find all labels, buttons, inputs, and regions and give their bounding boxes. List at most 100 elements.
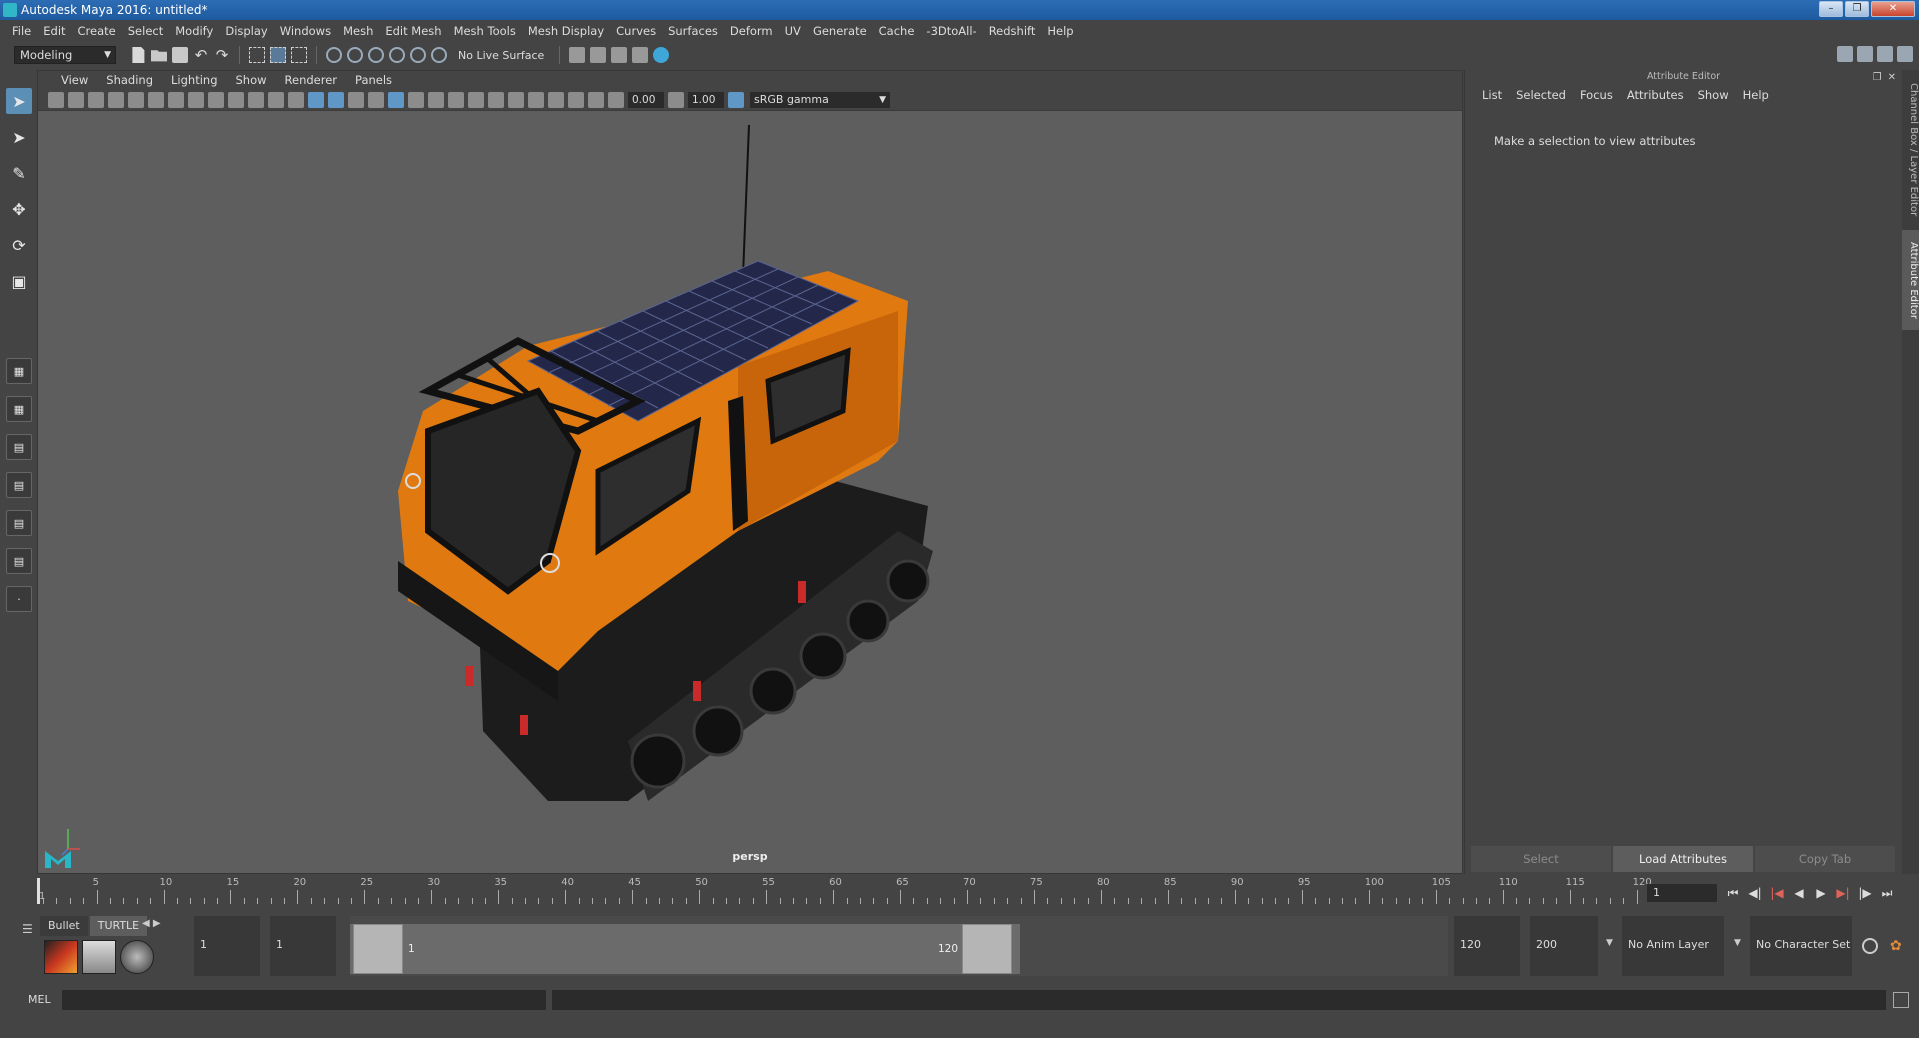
time-slider-track[interactable]: 5 10 15 20 25 30 35 40 45 50 55 60 65 70 75 80 85 90 95 100… <box>37 876 1652 906</box>
view-transform-dropdown[interactable]: sRGB gamma ▼ <box>750 91 890 108</box>
start-time-field[interactable]: 1 <box>194 916 260 976</box>
bake-icon[interactable] <box>44 940 78 974</box>
viewport-menu-view[interactable]: View <box>52 73 97 87</box>
attr-menu-selected[interactable]: Selected <box>1509 88 1573 102</box>
minimize-button[interactable]: – <box>1819 1 1843 17</box>
menu-file[interactable]: File <box>6 24 37 38</box>
gamma-icon[interactable] <box>668 91 684 108</box>
go-to-start-icon[interactable]: ⏮ <box>1725 884 1741 902</box>
step-forward-key-icon[interactable]: |▶ <box>1857 884 1873 902</box>
viewport-menu-lighting[interactable]: Lighting <box>162 73 226 87</box>
undo-icon[interactable]: ↶ <box>193 47 209 63</box>
isolate-select-icon[interactable] <box>528 91 544 108</box>
animation-prefs-icon[interactable]: ✿ <box>1890 938 1906 954</box>
menu-create[interactable]: Create <box>72 24 122 38</box>
channel-box-toggle-icon[interactable] <box>1897 46 1913 62</box>
menu-cache[interactable]: Cache <box>873 24 921 38</box>
tab-channel-box[interactable]: Channel Box / Layer Editor <box>1902 80 1919 220</box>
playback-end-field[interactable]: 120 <box>1454 916 1520 976</box>
rotate-tool-icon[interactable]: ⟳ <box>6 232 32 258</box>
shadows-icon[interactable] <box>428 91 444 108</box>
step-forward-frame-icon[interactable]: ▶| <box>1835 884 1851 902</box>
viewport-menu-shading[interactable]: Shading <box>97 73 162 87</box>
maximize-button[interactable]: ❐ <box>1845 1 1869 17</box>
persp-graph-layout-icon[interactable]: ▤ <box>6 472 32 498</box>
menu-edit-mesh[interactable]: Edit Mesh <box>379 24 447 38</box>
attr-menu-show[interactable]: Show <box>1691 88 1736 102</box>
exposure-icon[interactable] <box>608 91 624 108</box>
lasso-tool-icon[interactable]: ➤ <box>6 124 32 150</box>
anim-layer-dropdown[interactable]: No Anim Layer <box>1622 916 1724 976</box>
attr-menu-attributes[interactable]: Attributes <box>1620 88 1691 102</box>
snap-view-plane-icon[interactable] <box>389 47 405 63</box>
float-panel-icon[interactable]: ❐ <box>1873 72 1882 83</box>
camera-attributes-icon[interactable] <box>68 91 84 108</box>
textured-icon[interactable] <box>388 91 404 108</box>
select-components-icon[interactable] <box>291 47 307 63</box>
gate-mask-icon[interactable] <box>228 91 244 108</box>
menu-3dtoall[interactable]: -3DtoAll- <box>920 24 982 38</box>
range-slider[interactable]: 1 120 <box>350 916 1448 976</box>
chevron-down-icon[interactable]: ▼ <box>1734 938 1741 948</box>
menu-mesh-display[interactable]: Mesh Display <box>522 24 610 38</box>
motion-blur-icon[interactable] <box>468 91 484 108</box>
exposure-field[interactable]: 0.00 <box>628 91 664 108</box>
attr-menu-focus[interactable]: Focus <box>1573 88 1620 102</box>
character-set-dropdown[interactable]: No Character Set <box>1750 916 1852 976</box>
sphere-shader-icon[interactable] <box>120 940 154 974</box>
field-chart-icon[interactable] <box>248 91 264 108</box>
wireframe-icon[interactable] <box>308 91 324 108</box>
xray-icon[interactable] <box>548 91 564 108</box>
default-material-icon[interactable] <box>348 91 364 108</box>
grease-pencil-icon[interactable] <box>148 91 164 108</box>
shelf-tab-turtle[interactable]: TURTLE <box>89 916 148 936</box>
open-scene-icon[interactable] <box>151 50 167 62</box>
perspective-view[interactable]: persp <box>38 111 1462 873</box>
menu-generate[interactable]: Generate <box>807 24 873 38</box>
ipr-render-icon[interactable] <box>611 47 628 63</box>
menu-help[interactable]: Help <box>1041 24 1079 38</box>
redo-icon[interactable]: ↷ <box>214 47 230 63</box>
copy-tab-button[interactable]: Copy Tab <box>1755 846 1895 872</box>
single-perspective-layout-icon[interactable]: ▦ <box>6 358 32 384</box>
wireframe-on-shaded-icon[interactable] <box>368 91 384 108</box>
script-editor-icon[interactable] <box>1893 992 1909 1008</box>
paint-select-tool-icon[interactable]: ✎ <box>6 160 32 186</box>
menu-curves[interactable]: Curves <box>610 24 662 38</box>
image-plane-icon[interactable] <box>108 91 124 108</box>
menu-edit[interactable]: Edit <box>37 24 71 38</box>
custom-layout-icon[interactable]: · <box>6 586 32 612</box>
save-scene-icon[interactable] <box>172 47 188 63</box>
persp-outliner-layout-icon[interactable]: ▤ <box>6 434 32 460</box>
menu-display[interactable]: Display <box>219 24 273 38</box>
grid-icon[interactable] <box>168 91 184 108</box>
snap-together-icon[interactable] <box>431 47 447 63</box>
xray-joints-icon[interactable] <box>588 91 604 108</box>
make-live-icon[interactable] <box>410 47 426 63</box>
render-settings-icon[interactable] <box>632 47 649 63</box>
anti-aliasing-icon[interactable] <box>488 91 504 108</box>
scale-tool-icon[interactable]: ▣ <box>6 268 32 294</box>
bookmark-icon[interactable] <box>88 91 104 108</box>
persp-uv-layout-icon[interactable]: ▤ <box>6 548 32 574</box>
smooth-shade-icon[interactable] <box>328 91 344 108</box>
tab-attribute-editor[interactable]: Attribute Editor <box>1902 230 1919 330</box>
script-language-toggle[interactable]: MEL <box>28 993 51 1006</box>
snap-point-icon[interactable] <box>368 47 384 63</box>
step-back-frame-icon[interactable]: |◀ <box>1769 884 1785 902</box>
menu-mesh[interactable]: Mesh <box>337 24 379 38</box>
use-all-lights-icon[interactable] <box>408 91 424 108</box>
hypershade-icon[interactable] <box>653 47 670 63</box>
camera-select-icon[interactable] <box>48 91 64 108</box>
shelf-scroll-arrows[interactable]: ◀ ▶ <box>142 918 161 929</box>
close-panel-icon[interactable]: ✕ <box>1888 72 1896 83</box>
xray-active-icon[interactable] <box>568 91 584 108</box>
persp-hypershade-layout-icon[interactable]: ▤ <box>6 510 32 536</box>
attr-menu-list[interactable]: List <box>1475 88 1509 102</box>
menu-select[interactable]: Select <box>122 24 169 38</box>
tool-settings-icon[interactable] <box>1877 46 1893 62</box>
select-objects-icon[interactable] <box>270 47 286 63</box>
close-button[interactable]: ✕ <box>1871 1 1915 17</box>
gamma-field[interactable]: 1.00 <box>688 91 724 108</box>
safe-title-icon[interactable] <box>288 91 304 108</box>
